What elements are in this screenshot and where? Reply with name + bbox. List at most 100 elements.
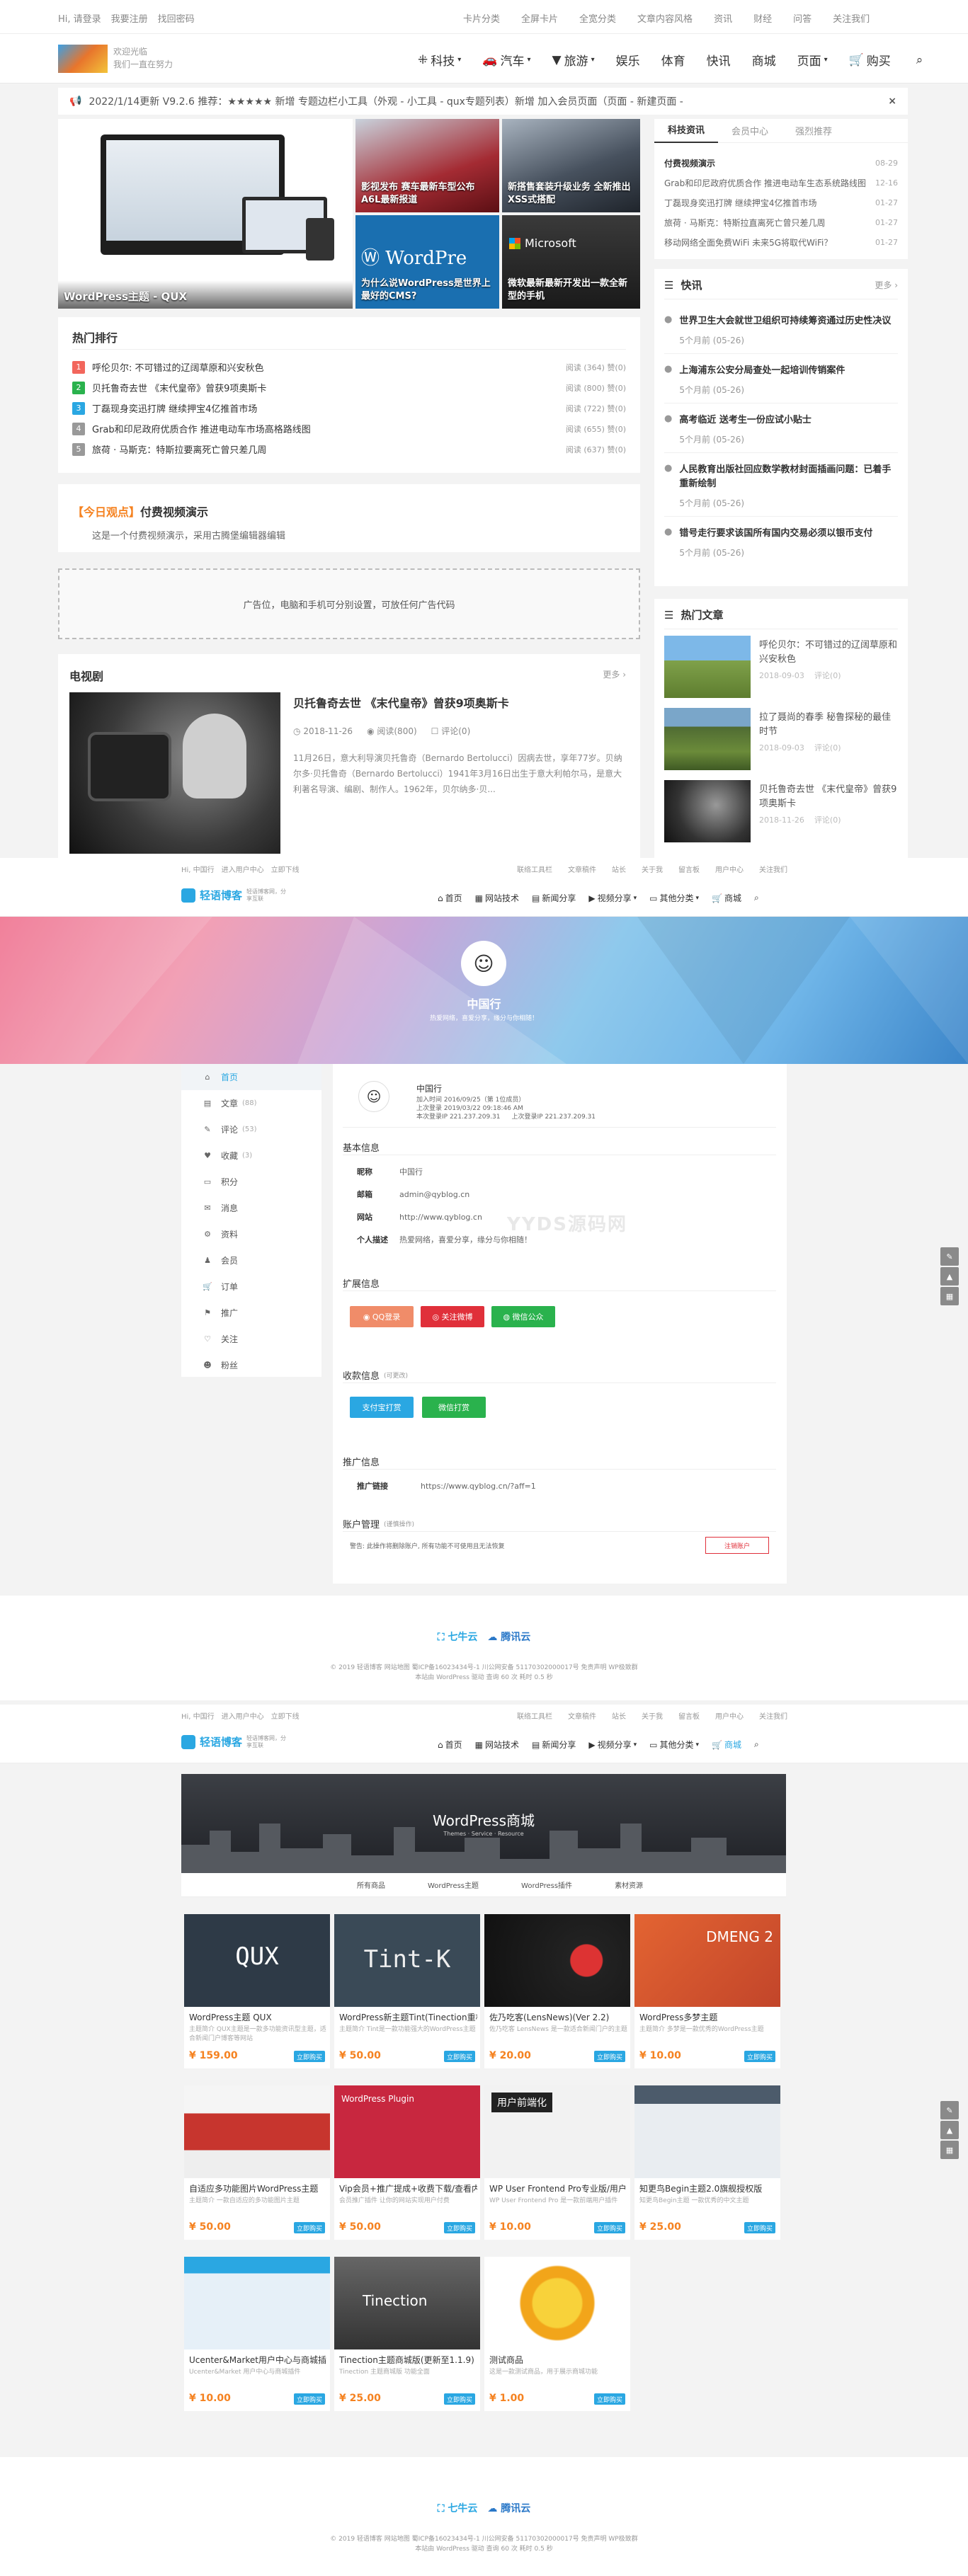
top-link[interactable]: 关于我 (642, 1710, 663, 1721)
top-link[interactable]: 联络工具栏 (517, 1710, 552, 1721)
tab-recommend[interactable]: 强烈推荐 (782, 124, 845, 137)
nav-video[interactable]: ▶ 视频分享 ▾ (588, 1739, 637, 1751)
article-thumb[interactable] (664, 636, 751, 698)
list-item[interactable]: 移动网络全面免费WiFi 未来5G将取代WiFi？ 01-27 (664, 232, 898, 252)
top-link[interactable]: 联络工具栏 (517, 864, 552, 874)
menu-item-profile[interactable]: ⚙ 资料 (181, 1221, 321, 1247)
nav-car[interactable]: 🚗 汽车 ▾ (482, 51, 530, 69)
menu-item-orders[interactable]: 🛒 订单 (181, 1273, 321, 1300)
buy-button[interactable]: 立即购买 (294, 2393, 325, 2405)
top-link[interactable]: 财经 (753, 11, 772, 25)
top-link[interactable]: 文章稿件 (568, 864, 596, 874)
hot-item[interactable]: 5 旅荷 · 马斯克：特斯拉要离死亡曾只差几周 阅读 (637) 赞(0) (72, 439, 626, 459)
buy-button[interactable]: 立即购买 (744, 2051, 775, 2062)
nav-shop[interactable]: 商城 (752, 51, 776, 69)
nav-sport[interactable]: 体育 (661, 51, 685, 69)
top-link[interactable]: 全屏卡片 (521, 11, 558, 25)
list-item[interactable]: ● 世界卫生大会就世卫组织可持续筹资通过历史性决议 5个月前 (05-26) (664, 304, 898, 354)
product-card[interactable]: 测试商品 这是一款测试商品，用于展示商城功能 ¥ 1.00 立即购买 (484, 2257, 630, 2411)
article-title[interactable]: 拉了聂尚的春季 秘鲁探秘的最佳时节 (759, 711, 898, 739)
article-thumb[interactable] (664, 708, 751, 770)
user-center-link[interactable]: 进入用户中心 (222, 1710, 264, 1721)
site-logo[interactable]: 轻语博客 轻语博客网，分享互联 (181, 888, 289, 903)
product-card[interactable]: 自适应多功能图片WordPress主题 主题简介 一款自适应的多功能图片主题 ¥ 5… (184, 2085, 330, 2240)
nav-other[interactable]: ▭ 其他分类 ▾ (649, 892, 699, 904)
top-link[interactable]: 用户中心 (715, 1710, 744, 1721)
product-card[interactable]: 佐乃吃客(LensNews)(Ver 2.2) 佐乃吃客 LensNews 是一款… (484, 1914, 630, 2068)
list-item[interactable]: ● 人民教育出版社回应数学教材封面插画问题：已着手重新绘制 5个月前 (05-26) (664, 453, 898, 517)
product-card[interactable]: Ucenter&Market用户中心与商城插 Ucenter&Market 用户中… (184, 2257, 330, 2411)
menu-item-messages[interactable]: ✉ 消息 (181, 1195, 321, 1221)
top-link[interactable]: 关注我们 (759, 1710, 787, 1721)
nav-ent[interactable]: 娱乐 (616, 51, 640, 69)
login-link[interactable]: Hi, 请登录 (58, 11, 101, 25)
buy-button[interactable]: 立即购买 (594, 2222, 625, 2233)
register-link[interactable]: 我要注册 (111, 11, 148, 25)
search-icon[interactable]: ⌕ (754, 1739, 759, 1750)
ad-slot[interactable]: 广告位，电脑和手机可分别设置，可放任何广告代码 (58, 568, 640, 639)
menu-item-fans[interactable]: ☻ 粉丝 (181, 1352, 321, 1378)
tab-tech[interactable]: 科技资讯 (654, 119, 718, 143)
featured-tile[interactable]: Microsoft 微软最新最新开发出一款全新型的手机 (502, 215, 640, 309)
buy-button[interactable]: 立即购买 (594, 2051, 625, 2062)
qr-float-icon[interactable]: ▦ (940, 1287, 959, 1305)
hot-item[interactable]: 3 丁磊现身奕迅打牌 继续押宝4亿推首市场 阅读 (722) 赞(0) (72, 398, 626, 418)
close-icon[interactable]: × (888, 96, 896, 107)
menu-item-follow[interactable]: ♡ 关注 (181, 1326, 321, 1352)
top-link[interactable]: 用户中心 (715, 864, 744, 874)
user-center-link[interactable]: 进入用户中心 (222, 864, 264, 874)
search-icon[interactable]: ⌕ (916, 53, 923, 67)
top-link[interactable]: 关于我 (642, 864, 663, 874)
buy-button[interactable]: 立即购买 (444, 2393, 475, 2405)
article-title[interactable]: 贝托鲁奇去世 《末代皇帝》曾获9项奥斯卡 (759, 783, 898, 811)
article-title[interactable]: 呼伦贝尔：不可错过的辽阔草原和兴安秋色 (759, 639, 898, 667)
menu-item-vip[interactable]: ♟ 会员 (181, 1247, 321, 1273)
weibo-button[interactable]: ◎ 关注微博 (421, 1306, 484, 1327)
qr-float-icon[interactable]: ▦ (940, 2141, 959, 2159)
featured-tile[interactable]: 新搭售套装升级业务 全新推出XSS式搭配 (502, 119, 640, 212)
product-card[interactable]: Tint-K WordPress新主题Tint(Tinection重构) 主题简介 … (334, 1914, 480, 2068)
list-item[interactable]: 付费视频演示 08-29 (664, 153, 898, 173)
top-link[interactable]: 站长 (612, 864, 626, 874)
main-slider[interactable]: WordPress主题 - QUX (58, 119, 353, 309)
tab-member[interactable]: 会员中心 (718, 124, 782, 137)
nav-tech[interactable]: ▦ 网站技术 (475, 1739, 519, 1751)
wechat-pay-button[interactable]: 微信打赏 (422, 1397, 486, 1418)
site-logo[interactable]: 轻语博客 轻语博客网，分享互联 (181, 1734, 289, 1749)
tencent-logo[interactable]: ☁ 腾讯云 (487, 1630, 530, 1644)
qiniu-logo[interactable]: ⛶ 七牛云 (438, 2501, 478, 2515)
list-item[interactable]: Grab和印尼政府优质合作 推进电动车生态系统路线图 12-16 (664, 173, 898, 193)
product-card[interactable]: DMENG 2 WordPress多梦主题 主题简介 多梦是一款优秀的WordPre… (634, 1914, 780, 2068)
top-link[interactable]: 关注我们 (833, 11, 870, 25)
menu-item-posts[interactable]: ▤ 文章 (88) (181, 1090, 321, 1116)
qq-login-button[interactable]: ◉ QQ登录 (350, 1306, 414, 1327)
nav-home[interactable]: ⌂ 首页 (438, 1739, 462, 1751)
tab-themes[interactable]: WordPress主题 (428, 1879, 479, 1890)
product-card[interactable]: Tinection Tinection主题商城版(更新至1.1.9) Tinecti… (334, 2257, 480, 2411)
tv-more-link[interactable]: 更多 › (603, 668, 626, 680)
top-link[interactable]: 留言板 (678, 1710, 700, 1721)
top-link[interactable]: 留言板 (678, 864, 700, 874)
hot-item[interactable]: 4 Grab和印尼政府优质合作 推进电动车市场高格路线图 阅读 (655) 赞(0) (72, 418, 626, 439)
tv-post-image[interactable] (69, 692, 280, 854)
top-link[interactable]: 文章稿件 (568, 1710, 596, 1721)
featured-tile[interactable]: Ⓦ WordPre 为什么说WordPress是世界上最好的CMS? (355, 215, 499, 309)
avatar[interactable]: ☺ (461, 941, 506, 986)
top-link[interactable]: 关注我们 (759, 864, 787, 874)
menu-item-comments[interactable]: ✎ 评论 (53) (181, 1116, 321, 1143)
top-link[interactable]: 资讯 (714, 11, 732, 25)
product-card[interactable]: 用户前端化 WP User Frontend Pro专业版/用户 WP User F… (484, 2085, 630, 2240)
top-link[interactable]: 站长 (612, 1710, 626, 1721)
tab-resources[interactable]: 素材资源 (615, 1879, 643, 1890)
menu-item-promo[interactable]: ⚑ 推广 (181, 1300, 321, 1326)
menu-item-favorites[interactable]: ♥ 收藏 (3) (181, 1143, 321, 1169)
avatar[interactable]: ☺ (358, 1081, 389, 1112)
opinion-panel[interactable]: 【今日观点】付费视频演示 这是一个付费视频演示，采用古腾堡编辑器编辑 (58, 484, 640, 552)
nav-pages[interactable]: 页面 ▾ (797, 51, 828, 69)
tab-all[interactable]: 所有商品 (357, 1879, 385, 1890)
nav-other[interactable]: ▭ 其他分类 ▾ (649, 1739, 699, 1751)
list-item[interactable]: 旅荷 · 马斯克：特斯拉直离死亡曾只差几周 01-27 (664, 212, 898, 232)
site-logo[interactable] (58, 45, 108, 73)
top-link[interactable]: 全宽分类 (579, 11, 616, 25)
list-item[interactable]: ● 错号走行要求该国所有国内交易必须以银币支付 5个月前 (05-26) (664, 517, 898, 566)
